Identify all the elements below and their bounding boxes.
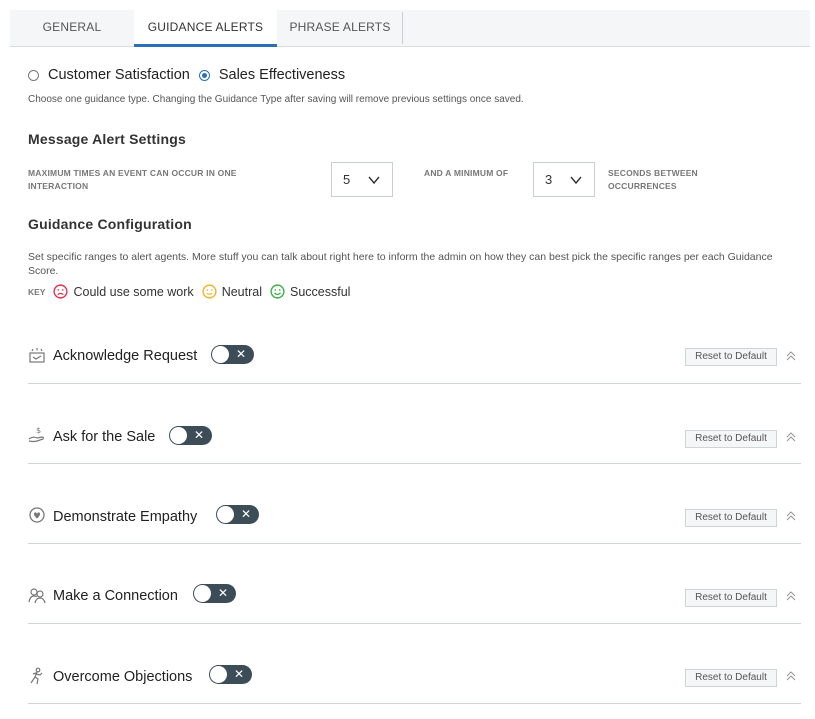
radio-button-selected[interactable] [198,69,210,81]
guidance-name: Demonstrate Empathy [53,509,198,525]
radio-label: Customer Satisfaction [48,67,190,83]
enable-toggle[interactable]: ✕ [209,665,252,684]
chevron-down-icon [570,176,582,185]
toggle-off-mark: ✕ [240,507,251,521]
enable-toggle[interactable]: ✕ [211,345,254,364]
sad-face-icon [53,284,69,299]
enable-toggle[interactable]: ✕ [216,505,259,524]
tab-guidance-alerts[interactable]: GUIDANCE ALERTS [134,10,277,47]
minimum-label: AND A MINIMUM OF [424,168,509,178]
tab-general[interactable]: GENERAL [10,10,134,47]
toggle-knob [194,585,211,602]
guidance-type-radio-group: Customer Satisfaction Sales Effectivenes… [28,66,354,84]
key-item-label: Neutral [221,284,262,299]
reset-to-default-button[interactable]: Reset to Default [685,348,777,366]
score-key: KEY Could use some work Neutral Successf… [28,284,358,299]
toggle-off-mark: ✕ [233,667,244,681]
enable-toggle[interactable]: ✕ [169,426,212,445]
people-icon [28,588,46,604]
collapse-chevron-icon[interactable] [785,590,797,602]
toggle-off-mark: ✕ [193,428,204,442]
guidance-row-ask-for-the-sale: $ Ask for the Sale ✕ Reset to Default [28,384,801,464]
seconds-between-label: SECONDS BETWEEN OCCURRENCES [608,168,698,191]
tab-phrase-alerts[interactable]: PHRASE ALERTS [277,10,403,47]
max-times-label: MAXIMUM TIMES AN EVENT CAN OCCUR IN ONE … [28,168,237,191]
guidance-config-description: Set specific ranges to alert agents. Mor… [28,251,773,277]
svg-text:$: $ [36,426,41,435]
toggle-knob [170,427,187,444]
toggle-off-mark: ✕ [217,586,228,600]
running-figure-icon [30,667,43,685]
enable-toggle[interactable]: ✕ [193,584,236,603]
guidance-name: Ask for the Sale [53,429,156,445]
reset-to-default-button[interactable]: Reset to Default [685,669,777,687]
money-hand-icon: $ [28,426,44,443]
select-value: 3 [545,172,553,187]
toggle-knob [217,506,234,523]
min-seconds-select[interactable]: 3 [533,162,595,197]
tab-bar: GENERAL GUIDANCE ALERTS PHRASE ALERTS [10,10,810,47]
tab-divider [402,12,403,44]
message-alert-title: Message Alert Settings [28,131,186,147]
max-times-select[interactable]: 5 [331,162,393,197]
guidance-name: Overcome Objections [53,669,193,685]
guidance-config-title: Guidance Configuration [28,216,192,232]
reset-to-default-button[interactable]: Reset to Default [685,509,777,527]
radio-button[interactable] [28,69,39,81]
toggle-knob [212,346,229,363]
happy-face-icon [270,284,285,299]
chevron-down-icon [368,176,380,185]
empathy-icon [29,507,45,523]
guidance-name: Acknowledge Request [53,348,198,364]
key-item-label: Successful [289,284,351,299]
collapse-chevron-icon[interactable] [785,350,797,362]
acknowledge-icon [29,348,45,363]
reset-to-default-button[interactable]: Reset to Default [685,589,777,607]
key-label: KEY [28,286,46,297]
select-value: 5 [343,172,351,187]
key-item-label: Could use some work [73,284,194,299]
guidance-row-make-a-connection: Make a Connection ✕ Reset to Default [28,544,801,624]
toggle-knob [210,666,227,683]
collapse-chevron-icon[interactable] [785,510,797,522]
guidance-row-overcome-objections: Overcome Objections ✕ Reset to Default [28,624,801,704]
collapse-chevron-icon[interactable] [785,431,797,443]
guidance-type-help: Choose one guidance type. Changing the G… [28,94,524,105]
guidance-row-demonstrate-empathy: Demonstrate Empathy ✕ Reset to Default [28,464,801,544]
collapse-chevron-icon[interactable] [785,670,797,682]
radio-label: Sales Effectiveness [218,67,346,83]
radio-sales-effectiveness[interactable]: Sales Effectiveness [198,67,346,83]
guidance-name: Make a Connection [53,588,178,604]
radio-customer-satisfaction[interactable]: Customer Satisfaction [28,67,190,83]
neutral-face-icon [202,284,217,299]
guidance-row-acknowledge-request: Acknowledge Request ✕ Reset to Default [28,304,801,384]
toggle-off-mark: ✕ [235,347,246,361]
reset-to-default-button[interactable]: Reset to Default [685,430,777,448]
